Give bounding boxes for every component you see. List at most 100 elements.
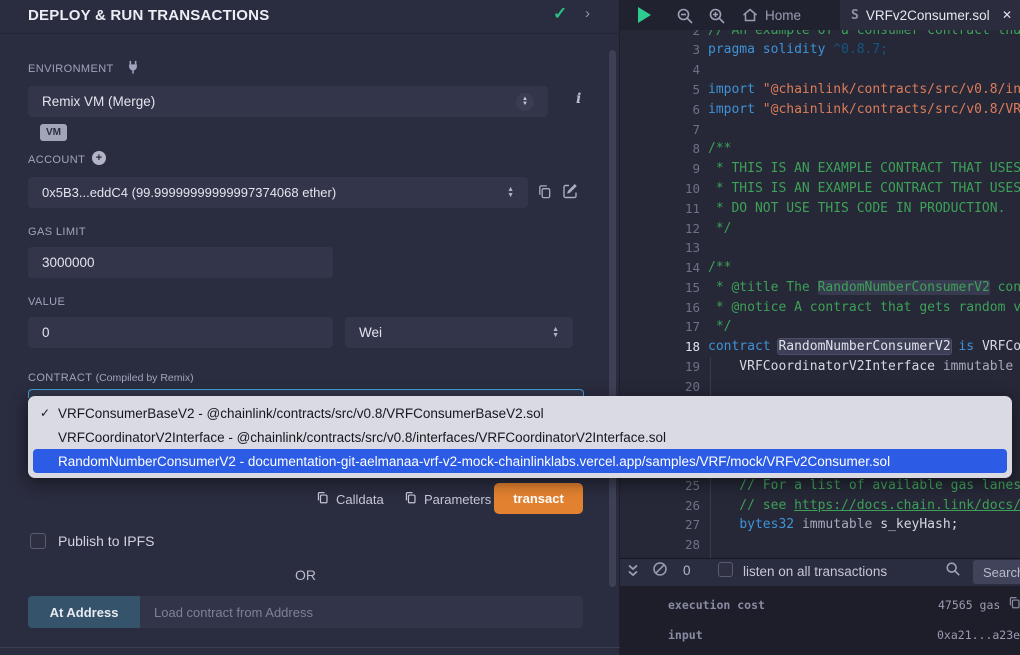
- value-label: VALUE: [28, 296, 65, 308]
- line-number: 3: [620, 42, 700, 57]
- tab-home[interactable]: Home: [742, 0, 801, 30]
- or-label: OR: [28, 567, 583, 583]
- transaction-count: 0: [683, 563, 691, 578]
- line-number: 10: [620, 181, 700, 196]
- transact-button[interactable]: transact: [494, 483, 583, 514]
- dropdown-option-vrfconsumerbasev2[interactable]: ✓ VRFConsumerBaseV2 - @chainlink/contrac…: [28, 401, 1012, 425]
- code-line: 25 // For a list of available gas lanes …: [620, 475, 1020, 495]
- terminal-search-input[interactable]: [973, 560, 1020, 584]
- code-line: 8/**: [620, 139, 1020, 159]
- account-select[interactable]: 0x5B3...eddC4 (99.99999999999997374068 e…: [28, 177, 528, 208]
- code-line: 14/**: [620, 258, 1020, 278]
- line-number: 7: [620, 122, 700, 137]
- line-number: 12: [620, 221, 700, 236]
- zoom-out-icon[interactable]: [676, 7, 694, 25]
- line-number: 15: [620, 280, 700, 295]
- code-line: 28: [620, 535, 1020, 555]
- at-address-button[interactable]: At Address: [28, 596, 140, 628]
- line-number: 17: [620, 319, 700, 334]
- edit-account-icon[interactable]: [562, 183, 578, 199]
- code-line: 5import "@chainlink/contracts/src/v0.8/i…: [620, 80, 1020, 100]
- terminal-row-value: 47565 gas: [938, 598, 1000, 612]
- code-line: 26 // see https://docs.chain.link/docs/v…: [620, 495, 1020, 515]
- code-line: 16 * @notice A contract that gets random…: [620, 297, 1020, 317]
- line-number: 20: [620, 379, 700, 394]
- collapse-panel-chevron-icon[interactable]: ›: [585, 5, 590, 22]
- environment-select[interactable]: Remix VM (Merge) ▲▼: [28, 86, 548, 117]
- code-line: 20: [620, 376, 1020, 396]
- listen-all-transactions-label[interactable]: listen on all transactions: [743, 564, 887, 579]
- info-icon[interactable]: i: [576, 91, 581, 107]
- panel-title: DEPLOY & RUN TRANSACTIONS: [28, 7, 269, 24]
- line-number: 2: [620, 30, 700, 38]
- code-line: 6import "@chainlink/contracts/src/v0.8/V…: [620, 99, 1020, 119]
- copy-parameters-icon[interactable]: [404, 491, 417, 504]
- environment-label: ENVIRONMENT: [28, 63, 114, 75]
- header-divider: [0, 33, 620, 34]
- gas-limit-label: GAS LIMIT: [28, 226, 86, 238]
- code-line: 13: [620, 238, 1020, 258]
- tab-vrfv2consumer[interactable]: S VRFv2Consumer.sol ✕: [840, 0, 1020, 30]
- select-stepper-icon: ▲▼: [516, 93, 534, 111]
- line-number: 26: [620, 498, 700, 513]
- line-number: 8: [620, 141, 700, 156]
- run-script-play-icon[interactable]: [638, 7, 651, 23]
- value-unit-select[interactable]: Wei ▲▼: [345, 317, 573, 348]
- code-line: 12 */: [620, 218, 1020, 238]
- plug-icon: [126, 60, 140, 74]
- add-account-icon[interactable]: +: [92, 151, 106, 165]
- account-label: ACCOUNT: [28, 154, 85, 166]
- code-line: 17 */: [620, 317, 1020, 337]
- calldata-button[interactable]: Calldata: [336, 492, 384, 507]
- contract-options-dropdown: ✓ VRFConsumerBaseV2 - @chainlink/contrac…: [28, 396, 1012, 478]
- listen-all-transactions-checkbox[interactable]: [718, 562, 733, 577]
- publish-ipfs-label[interactable]: Publish to IPFS: [58, 533, 155, 549]
- publish-ipfs-checkbox[interactable]: [30, 533, 46, 549]
- line-number: 4: [620, 62, 700, 77]
- dropdown-option-vrfcoordinatorv2interface[interactable]: VRFCoordinatorV2Interface - @chainlink/c…: [28, 425, 1012, 449]
- copy-value-icon[interactable]: [1008, 596, 1020, 609]
- section-divider: [0, 647, 620, 648]
- zoom-in-icon[interactable]: [708, 7, 726, 25]
- tab-filename: VRFv2Consumer.sol: [866, 8, 990, 23]
- code-line: 19 VRFCoordinatorV2Interface immutable C…: [620, 357, 1020, 377]
- compile-success-check-icon: ✓: [553, 4, 567, 24]
- home-icon: [742, 7, 758, 23]
- line-number: 28: [620, 537, 700, 552]
- at-address-input[interactable]: [140, 596, 583, 628]
- expand-terminal-chevrons-icon[interactable]: [626, 563, 640, 579]
- code-line: 15 * @title The RandomNumberConsumerV2 c…: [620, 277, 1020, 297]
- selected-check-icon: ✓: [40, 406, 58, 420]
- dropdown-option-randomnumberconsumerv2[interactable]: RandomNumberConsumerV2 - documentation-g…: [33, 449, 1007, 473]
- code-editor[interactable]: 2// An example of a consumer contract th…: [620, 30, 1020, 558]
- value-input[interactable]: 0: [28, 317, 333, 348]
- code-line: 18contract RandomNumberConsumerV2 is VRF…: [620, 337, 1020, 357]
- line-number: 25: [620, 478, 700, 493]
- code-line: 2// An example of a consumer contract th…: [620, 30, 1020, 40]
- contract-label: CONTRACT (Compiled by Remix): [28, 372, 194, 384]
- copy-calldata-icon[interactable]: [316, 491, 329, 504]
- select-stepper-icon: ▲▼: [507, 187, 514, 199]
- code-line: 10 * THIS IS AN EXAMPLE CONTRACT THAT US…: [620, 179, 1020, 199]
- copy-account-icon[interactable]: [537, 184, 552, 199]
- line-number: 27: [620, 517, 700, 532]
- terminal-row-label: input: [668, 628, 703, 642]
- vm-badge: VM: [40, 124, 67, 141]
- parameters-button[interactable]: Parameters: [424, 492, 491, 507]
- deploy-run-panel: DEPLOY & RUN TRANSACTIONS ✓ › ENVIRONMEN…: [0, 0, 620, 655]
- line-number: 5: [620, 82, 700, 97]
- code-line: 27 bytes32 immutable s_keyHash;: [620, 515, 1020, 535]
- terminal-output: execution cost 47565 gas input 0xa21...a…: [620, 586, 1020, 655]
- panel-scrollbar[interactable]: [609, 50, 616, 587]
- line-number: 16: [620, 300, 700, 315]
- clear-console-ban-icon[interactable]: [652, 561, 668, 577]
- select-stepper-icon: ▲▼: [552, 327, 559, 339]
- gas-limit-input[interactable]: 3000000: [28, 247, 333, 278]
- close-tab-icon[interactable]: ✕: [1002, 8, 1012, 22]
- line-number: 11: [620, 201, 700, 216]
- terminal-row-label: execution cost: [668, 598, 765, 612]
- code-line: 9 * THIS IS AN EXAMPLE CONTRACT THAT USE…: [620, 159, 1020, 179]
- code-line: 7: [620, 119, 1020, 139]
- line-number: 13: [620, 240, 700, 255]
- line-number: 18: [620, 339, 700, 354]
